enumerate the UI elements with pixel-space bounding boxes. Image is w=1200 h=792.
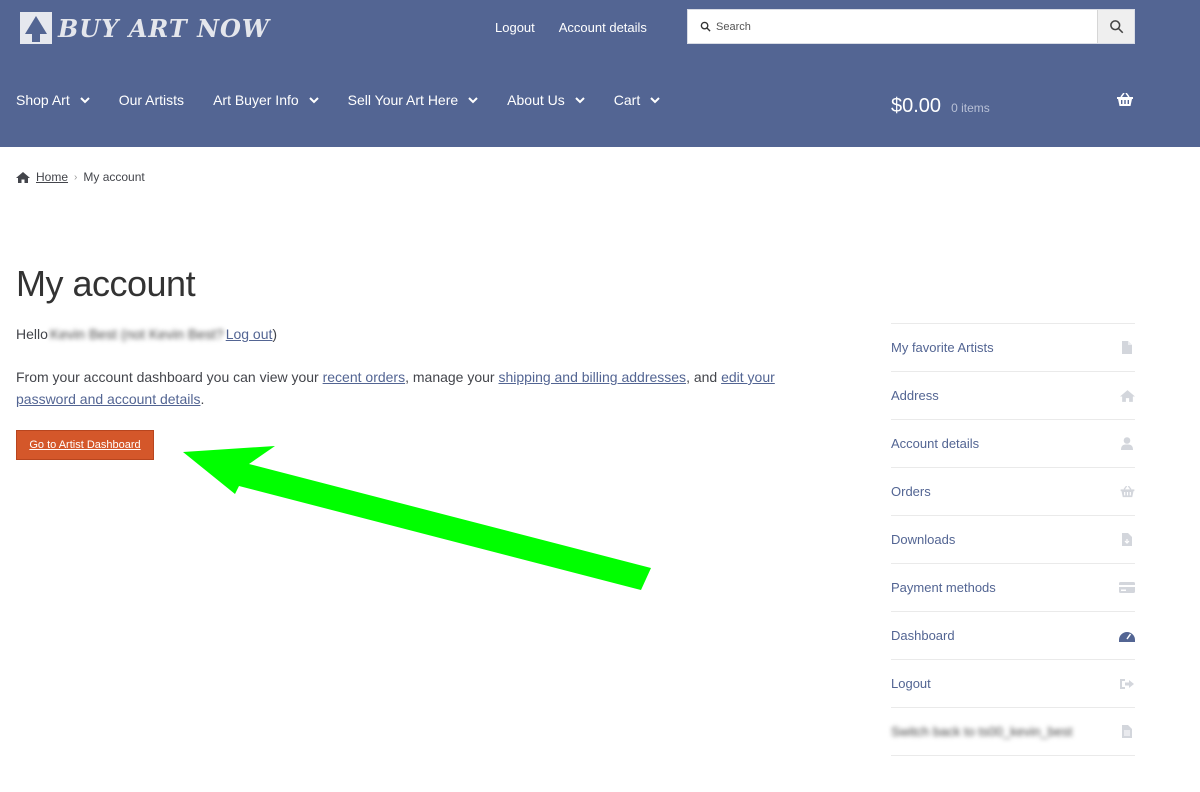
nav-label: Sell Your Art Here <box>347 92 459 108</box>
breadcrumb-home-link[interactable]: Home <box>36 170 68 184</box>
search-icon <box>700 21 711 32</box>
chevron-down-icon <box>575 96 585 104</box>
nav-sell-your-art[interactable]: Sell Your Art Here <box>348 92 479 108</box>
green-arrow-annotation <box>183 446 651 590</box>
cart-count: 0 items <box>951 101 990 115</box>
nav-label: Art Buyer Info <box>213 92 299 108</box>
nav-label: About Us <box>507 92 565 108</box>
breadcrumb-separator-icon: › <box>74 171 78 183</box>
recent-orders-link[interactable]: recent orders <box>323 369 405 385</box>
sidebar-item-label: My favorite Artists <box>891 340 994 355</box>
search-button[interactable] <box>1097 10 1134 43</box>
basket-icon[interactable] <box>1117 92 1133 112</box>
greeting-not: (not <box>120 326 145 342</box>
chevron-down-icon <box>468 96 478 104</box>
breadcrumb: Home › My account <box>16 170 145 184</box>
sidebar-item-switch-back[interactable]: Switch back to ts00_kevin_best <box>891 708 1135 756</box>
file-download-icon <box>1119 533 1135 546</box>
breadcrumb-current: My account <box>83 170 145 184</box>
top-links: Logout Account details <box>495 20 647 35</box>
site-header: BUY ART NOW Logout Account details Shop … <box>0 0 1200 147</box>
sidebar-item-label: Orders <box>891 484 931 499</box>
sidebar-item-label: Downloads <box>891 532 956 547</box>
nav-our-artists[interactable]: Our Artists <box>119 92 184 108</box>
nav-cart[interactable]: Cart <box>614 92 660 108</box>
nav-label: Shop Art <box>16 92 70 108</box>
chevron-down-icon <box>308 96 319 104</box>
sidebar-item-downloads[interactable]: Downloads <box>891 516 1135 564</box>
sidebar-item-label: Dashboard <box>891 628 955 643</box>
main-nav: Shop Art Our Artists Art Buyer Info Sell… <box>16 92 689 108</box>
account-navigation: My favorite Artists Address Account deta… <box>891 323 1135 756</box>
nav-label: Our Artists <box>118 92 185 108</box>
sidebar-item-payment-methods[interactable]: Payment methods <box>891 564 1135 612</box>
dashboard-intro: From your account dashboard you can view… <box>16 366 816 410</box>
search-icon <box>1109 20 1123 34</box>
dash-intro-text: From your account dashboard you can view… <box>16 369 319 385</box>
sidebar-item-account-details[interactable]: Account details <box>891 420 1135 468</box>
sidebar-item-label: Payment methods <box>891 580 996 595</box>
sign-out-icon <box>1119 678 1135 690</box>
chevron-down-icon <box>650 96 660 104</box>
artist-dashboard-button[interactable]: Go to Artist Dashboard <box>16 430 154 460</box>
sidebar-item-address[interactable]: Address <box>891 372 1135 420</box>
greeting-prefix: Hello <box>16 326 48 342</box>
sidebar-item-orders[interactable]: Orders <box>891 468 1135 516</box>
file-icon <box>1119 341 1135 354</box>
account-details-link[interactable]: Account details <box>559 20 647 35</box>
nav-label: Cart <box>613 92 641 108</box>
sidebar-item-label: Account details <box>891 436 980 451</box>
credit-card-icon <box>1119 582 1135 593</box>
tachometer-icon <box>1119 630 1135 642</box>
sidebar-item-favorite-artists[interactable]: My favorite Artists <box>891 324 1135 372</box>
sidebar-item-label: Switch back to ts00_kevin_best <box>891 724 1073 739</box>
dash-mid-text-1: , manage your <box>405 369 495 385</box>
page-title: My account <box>16 263 196 304</box>
logo-text: BUY ART NOW <box>58 13 270 43</box>
file-icon <box>1119 725 1135 738</box>
nav-art-buyer-info[interactable]: Art Buyer Info <box>213 92 319 108</box>
sidebar-item-dashboard[interactable]: Dashboard <box>891 612 1135 660</box>
addresses-link[interactable]: shipping and billing addresses <box>498 369 686 385</box>
logout-link[interactable]: Logout <box>495 20 535 35</box>
nav-about-us[interactable]: About Us <box>507 92 585 108</box>
search-input[interactable] <box>716 20 1076 33</box>
basket-icon <box>1119 485 1135 498</box>
nav-shop-art[interactable]: Shop Art <box>16 92 90 108</box>
sidebar-item-label: Address <box>891 388 939 403</box>
cart-summary[interactable]: $0.00 0 items <box>891 95 990 118</box>
home-icon <box>16 171 30 183</box>
greeting-close: ) <box>272 326 278 342</box>
cart-amount: $0.00 <box>891 95 942 117</box>
user-name-2: Kevin Best? <box>148 326 224 342</box>
search-bar <box>687 9 1135 44</box>
home-icon <box>1119 389 1135 402</box>
user-name: Kevin Best <box>49 326 117 342</box>
site-logo[interactable]: BUY ART NOW <box>20 12 270 44</box>
greeting-line: Hello Kevin Best (not Kevin Best? Log ou… <box>16 326 277 342</box>
chevron-down-icon <box>79 96 90 104</box>
dash-end-text: . <box>200 391 205 407</box>
user-icon <box>1119 437 1135 450</box>
sidebar-item-logout[interactable]: Logout <box>891 660 1135 708</box>
logout-inline-link[interactable]: Log out <box>226 326 273 342</box>
sidebar-item-label: Logout <box>891 676 931 691</box>
search-field <box>688 10 1097 43</box>
dash-mid-text-2: , and <box>686 369 718 385</box>
logo-icon <box>20 12 52 44</box>
